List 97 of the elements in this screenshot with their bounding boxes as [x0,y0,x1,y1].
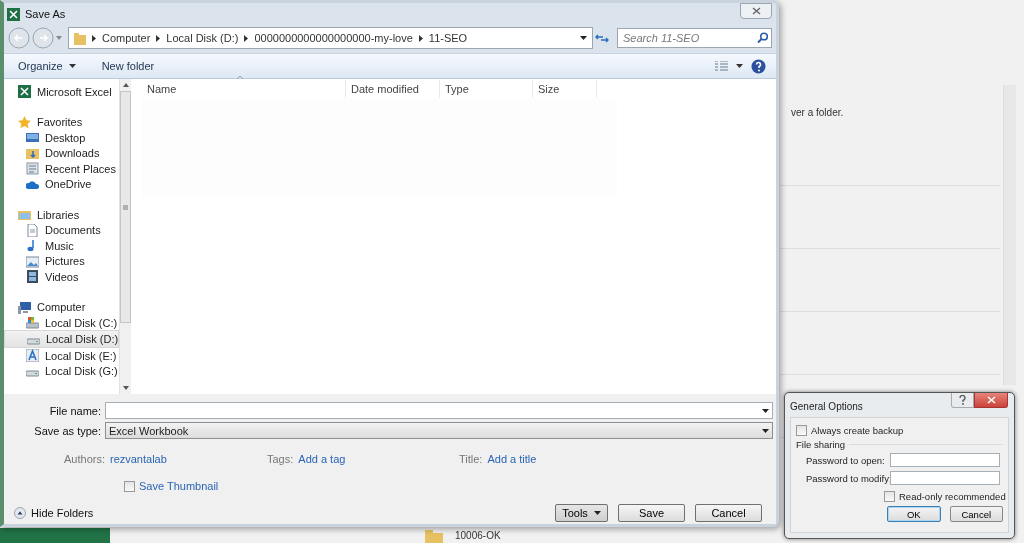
chevron-icon [244,34,249,42]
property-label: Title: [459,453,483,465]
property-link[interactable]: rezvantalab [109,453,167,465]
dialog-button[interactable]: Save [618,504,685,522]
sidebar-item[interactable]: Documents [4,222,120,238]
menu-button[interactable]: Tools [555,504,608,522]
sidebar-item[interactable]: Recent Places [4,161,120,177]
checkbox-label[interactable]: Always create backup [811,425,904,436]
monitor-icon [26,131,39,145]
field-label: File name: [48,404,102,417]
excel-icon [7,7,20,21]
caret-icon [68,64,76,68]
library-icon [18,208,31,222]
property-link[interactable]: Add a title [487,453,537,465]
sidebar-item[interactable]: Local Disk (E:) [4,347,120,364]
password-field[interactable] [890,453,1000,467]
sidebar-item[interactable]: OneDrive [4,176,120,192]
folder-icon [26,146,39,160]
caret-icon [593,511,601,515]
close-icon [986,396,996,404]
breadcrumb-item[interactable]: 0000000000000000000-my-love [254,32,413,44]
folder-name: 10006-OK [455,530,501,542]
window-title: Save As [25,8,66,20]
checkbox[interactable] [796,425,807,436]
view-icon[interactable] [715,61,728,71]
film-icon [26,270,39,284]
close-icon [751,7,761,15]
caret-icon[interactable] [580,36,587,40]
breadcrumb-item[interactable]: Local Disk (D:) [166,32,239,44]
picture-icon [26,254,39,268]
excel-icon [18,85,31,99]
help-icon[interactable] [751,58,766,74]
property-label: Authors: [64,453,105,465]
file-name-field[interactable] [105,402,773,419]
scroll-down-icon[interactable] [122,386,129,390]
scroll-up-icon[interactable] [122,83,129,87]
caret-icon [762,408,769,413]
document-icon [26,223,39,237]
property-link[interactable]: Add a tag [298,453,346,465]
chevron-icon [156,34,161,42]
dialog-button[interactable]: Cancel [949,506,1003,522]
sidebar-item[interactable]: Desktop [4,130,120,146]
folder-icon [74,31,86,45]
menu-button[interactable]: Organize [14,58,80,74]
sidebar-item[interactable]: Microsoft Excel [4,84,120,100]
caret-icon[interactable] [736,64,743,68]
field-label: Password to open: [806,454,886,466]
address-bar[interactable]: Computer Local Disk (D:) 0000000000000000000-my-love 11-SEO [68,27,593,49]
checkbox-label[interactable]: Save Thumbnail [139,480,219,492]
scroll-thumb[interactable] [120,91,132,323]
grip-icon [123,204,129,210]
search-icon[interactable] [757,32,768,43]
toolbar-button[interactable]: New folder [97,58,159,74]
checkbox-label[interactable]: Read-only recommended [899,491,1006,502]
hint-text: ver a folder. [791,107,845,118]
sidebar-item[interactable]: Computer [4,299,120,315]
sidebar-item[interactable]: Pictures [4,253,120,269]
sidebar-item[interactable]: Music [4,237,120,254]
field-label: Password to modify: [806,472,890,484]
property-label: Tags: [267,453,294,465]
checkbox[interactable] [884,491,895,502]
help-icon [959,395,966,405]
back-icon[interactable] [8,27,30,49]
drive-icon [26,316,39,330]
computer-icon [18,300,31,314]
file-type-dropdown[interactable]: Excel Workbook [105,422,773,439]
breadcrumb-item[interactable]: 11-SEO [428,32,468,44]
sidebar-item[interactable]: Favorites [4,114,120,131]
sidebar-item[interactable]: Local Disk (C:) [4,314,120,331]
password-field[interactable] [890,471,1000,485]
drive-icon [26,349,39,363]
search-field[interactable]: Search 11-SEO [617,28,772,48]
field-label: Save as type: [33,424,102,437]
collapse-icon [14,507,26,519]
star-icon [18,115,31,129]
chevron-icon [418,34,423,42]
hide-folders-button[interactable]: Hide Folders [4,507,94,519]
close-button[interactable] [974,393,1008,408]
checkbox[interactable] [124,480,135,492]
section-label: File sharing [796,438,846,450]
folder-icon [425,530,443,543]
caret-icon [762,428,769,433]
forward-icon[interactable] [32,27,54,49]
chevron-icon [92,34,96,42]
sidebar-item[interactable]: Local Disk (G:) [4,363,120,379]
dialog-button[interactable]: OK [887,506,941,522]
scrollbar[interactable] [119,79,132,394]
sidebar-item[interactable]: Videos [4,268,120,285]
window-title: General Options [790,401,863,412]
close-button[interactable] [740,3,772,19]
dialog-button[interactable]: Cancel [695,504,762,522]
help-button[interactable] [951,393,974,408]
sidebar-item[interactable]: Libraries [4,207,120,223]
breadcrumb-item[interactable]: Computer [102,32,151,44]
recent-icon [26,162,39,176]
sidebar-item[interactable]: Downloads [4,145,120,161]
sidebar-item[interactable]: Local Disk (D:) [4,330,120,348]
